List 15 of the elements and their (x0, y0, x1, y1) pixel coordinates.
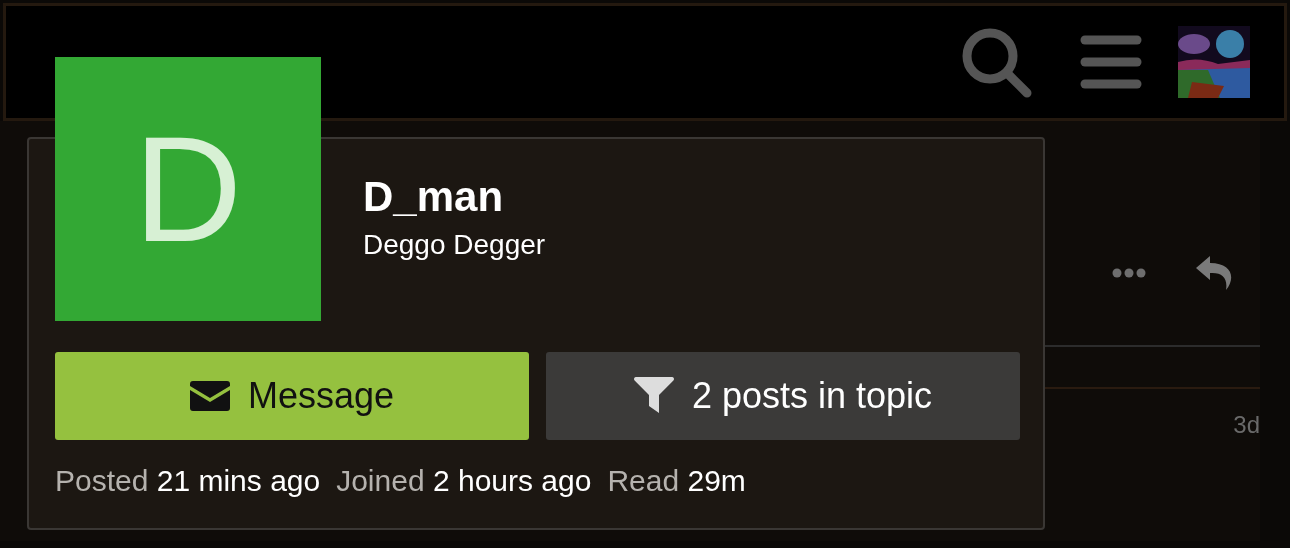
search-icon[interactable] (960, 26, 1032, 98)
user-stat: Joined 2 hours ago (336, 464, 592, 498)
user-stat: Read 29m (607, 464, 746, 498)
post-timestamp: 3d (1233, 411, 1260, 439)
menu-icon[interactable] (1080, 35, 1142, 89)
user-avatar: D (55, 57, 321, 321)
message-button[interactable]: Message (55, 352, 529, 440)
filter-posts-button[interactable]: 2 posts in topic (546, 352, 1020, 440)
filter-icon (633, 377, 674, 415)
reply-icon[interactable] (1196, 256, 1234, 290)
more-options-icon[interactable] (1112, 268, 1146, 278)
envelope-icon (189, 381, 230, 411)
user-stat: Posted 21 mins ago (55, 464, 321, 498)
full-name: Deggo Degger (363, 229, 547, 261)
username[interactable]: D_man (363, 173, 1017, 221)
